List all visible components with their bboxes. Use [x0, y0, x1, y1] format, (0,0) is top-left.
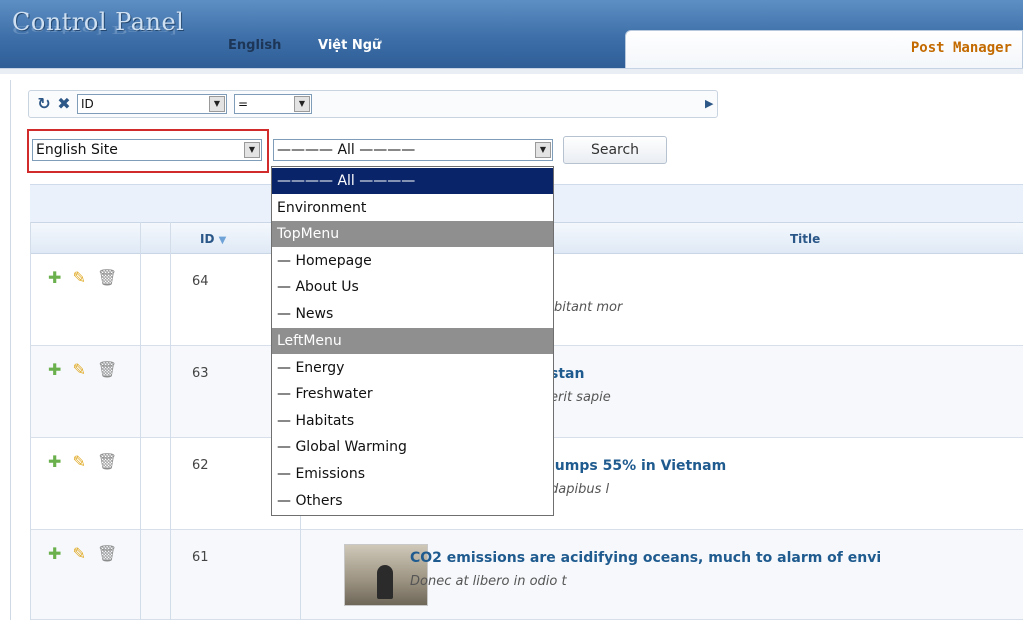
dropdown-option-leftmenu[interactable]: LeftMenu	[272, 328, 553, 354]
chevron-down-icon: ▼	[535, 142, 551, 158]
site-select-value: English Site	[36, 142, 118, 158]
dropdown-option-freshwater[interactable]: — Freshwater	[272, 381, 553, 407]
dropdown-option-about-us[interactable]: — About Us	[272, 274, 553, 300]
operator-select[interactable]: = ▼	[234, 94, 312, 114]
dropdown-option-all[interactable]: ———— All ————	[272, 168, 553, 194]
edit-pencil-icon[interactable]: ✎	[73, 268, 86, 287]
row-id: 62	[192, 458, 209, 473]
column-header-title[interactable]: Title	[790, 232, 820, 246]
language-english-link[interactable]: English	[228, 38, 281, 53]
row-title[interactable]: stan	[550, 366, 584, 382]
site-select[interactable]: English Site ▼	[32, 139, 262, 161]
grid-divider	[170, 222, 171, 620]
trash-icon[interactable]: 🗑	[97, 452, 117, 471]
sort-desc-icon: ▼	[218, 235, 227, 246]
dropdown-option-homepage[interactable]: — Homepage	[272, 248, 553, 274]
grid-divider	[140, 222, 141, 620]
dropdown-option-news[interactable]: — News	[272, 301, 553, 327]
table-row: ✚ ✎ 🗑 61 CO2 emissions are acidifying oc…	[30, 530, 1023, 620]
row-id: 63	[192, 366, 209, 381]
play-icon[interactable]: ▶	[705, 97, 713, 110]
row-actions: ✚ ✎ 🗑	[48, 360, 123, 379]
tab-post-manager[interactable]: Post Manager	[625, 30, 1023, 68]
column-header-id[interactable]: ID ▼	[200, 232, 226, 246]
dropdown-option-emissions[interactable]: — Emissions	[272, 461, 553, 487]
add-icon[interactable]: ✚	[48, 452, 61, 471]
row-actions: ✚ ✎ 🗑	[48, 452, 123, 471]
dropdown-option-others[interactable]: — Others	[272, 488, 553, 514]
row-title[interactable]: jumps 55% in Vietnam	[550, 458, 726, 474]
field-select[interactable]: ID ▼	[77, 94, 227, 114]
language-vietnamese-link[interactable]: Việt Ngữ	[318, 38, 381, 53]
row-id: 64	[192, 274, 209, 289]
refresh-icon[interactable]: ↻	[35, 95, 53, 113]
row-id: 61	[192, 550, 209, 565]
row-excerpt: bitant mor	[554, 300, 623, 315]
add-icon[interactable]: ✚	[48, 268, 61, 287]
dropdown-option-habitats[interactable]: — Habitats	[272, 408, 553, 434]
edit-pencil-icon[interactable]: ✎	[73, 452, 86, 471]
category-select-value: ———— All ————	[277, 142, 416, 158]
row-title[interactable]: CO2 emissions are acidifying oceans, muc…	[410, 550, 881, 566]
trash-icon[interactable]: 🗑	[97, 544, 117, 563]
row-excerpt: Donec at libero in odio t	[410, 574, 567, 589]
category-select[interactable]: ———— All ———— ▼	[273, 139, 553, 161]
grid-divider	[30, 222, 31, 620]
field-select-value: ID	[81, 97, 94, 111]
search-button[interactable]: Search	[563, 136, 667, 164]
tab-post-manager-label: Post Manager	[910, 40, 1012, 56]
column-header-id-label: ID	[200, 232, 215, 246]
edit-pencil-icon[interactable]: ✎	[73, 544, 86, 563]
row-excerpt: dapibus l	[550, 482, 610, 497]
chevron-down-icon: ▼	[244, 142, 260, 158]
app-logo-reflection: Control Panel	[12, 23, 178, 36]
trash-icon[interactable]: 🗑	[97, 268, 117, 287]
trash-icon[interactable]: 🗑	[97, 360, 117, 379]
clear-icon[interactable]: ✖	[55, 95, 73, 113]
chevron-down-icon: ▼	[294, 96, 310, 112]
dropdown-option-global-warming[interactable]: — Global Warming	[272, 434, 553, 460]
add-icon[interactable]: ✚	[48, 544, 61, 563]
edit-pencil-icon[interactable]: ✎	[73, 360, 86, 379]
category-dropdown-list: ———— All ———— Environment TopMenu — Home…	[271, 166, 554, 516]
chevron-down-icon: ▼	[209, 96, 225, 112]
app-header: Control Panel Control Panel English Việt…	[0, 0, 1023, 68]
thumbnail-figure	[377, 565, 393, 599]
row-actions: ✚ ✎ 🗑	[48, 268, 123, 287]
header-subbar	[0, 68, 1023, 74]
filter-row: ↻ ✖ ID ▼ = ▼ ▶	[28, 90, 718, 118]
dropdown-option-topmenu[interactable]: TopMenu	[272, 221, 553, 247]
row-excerpt: erit sapie	[550, 390, 611, 405]
dropdown-option-environment[interactable]: Environment	[272, 195, 553, 221]
add-icon[interactable]: ✚	[48, 360, 61, 379]
row-actions: ✚ ✎ 🗑	[48, 544, 123, 563]
dropdown-option-energy[interactable]: — Energy	[272, 355, 553, 381]
operator-select-value: =	[238, 97, 249, 111]
